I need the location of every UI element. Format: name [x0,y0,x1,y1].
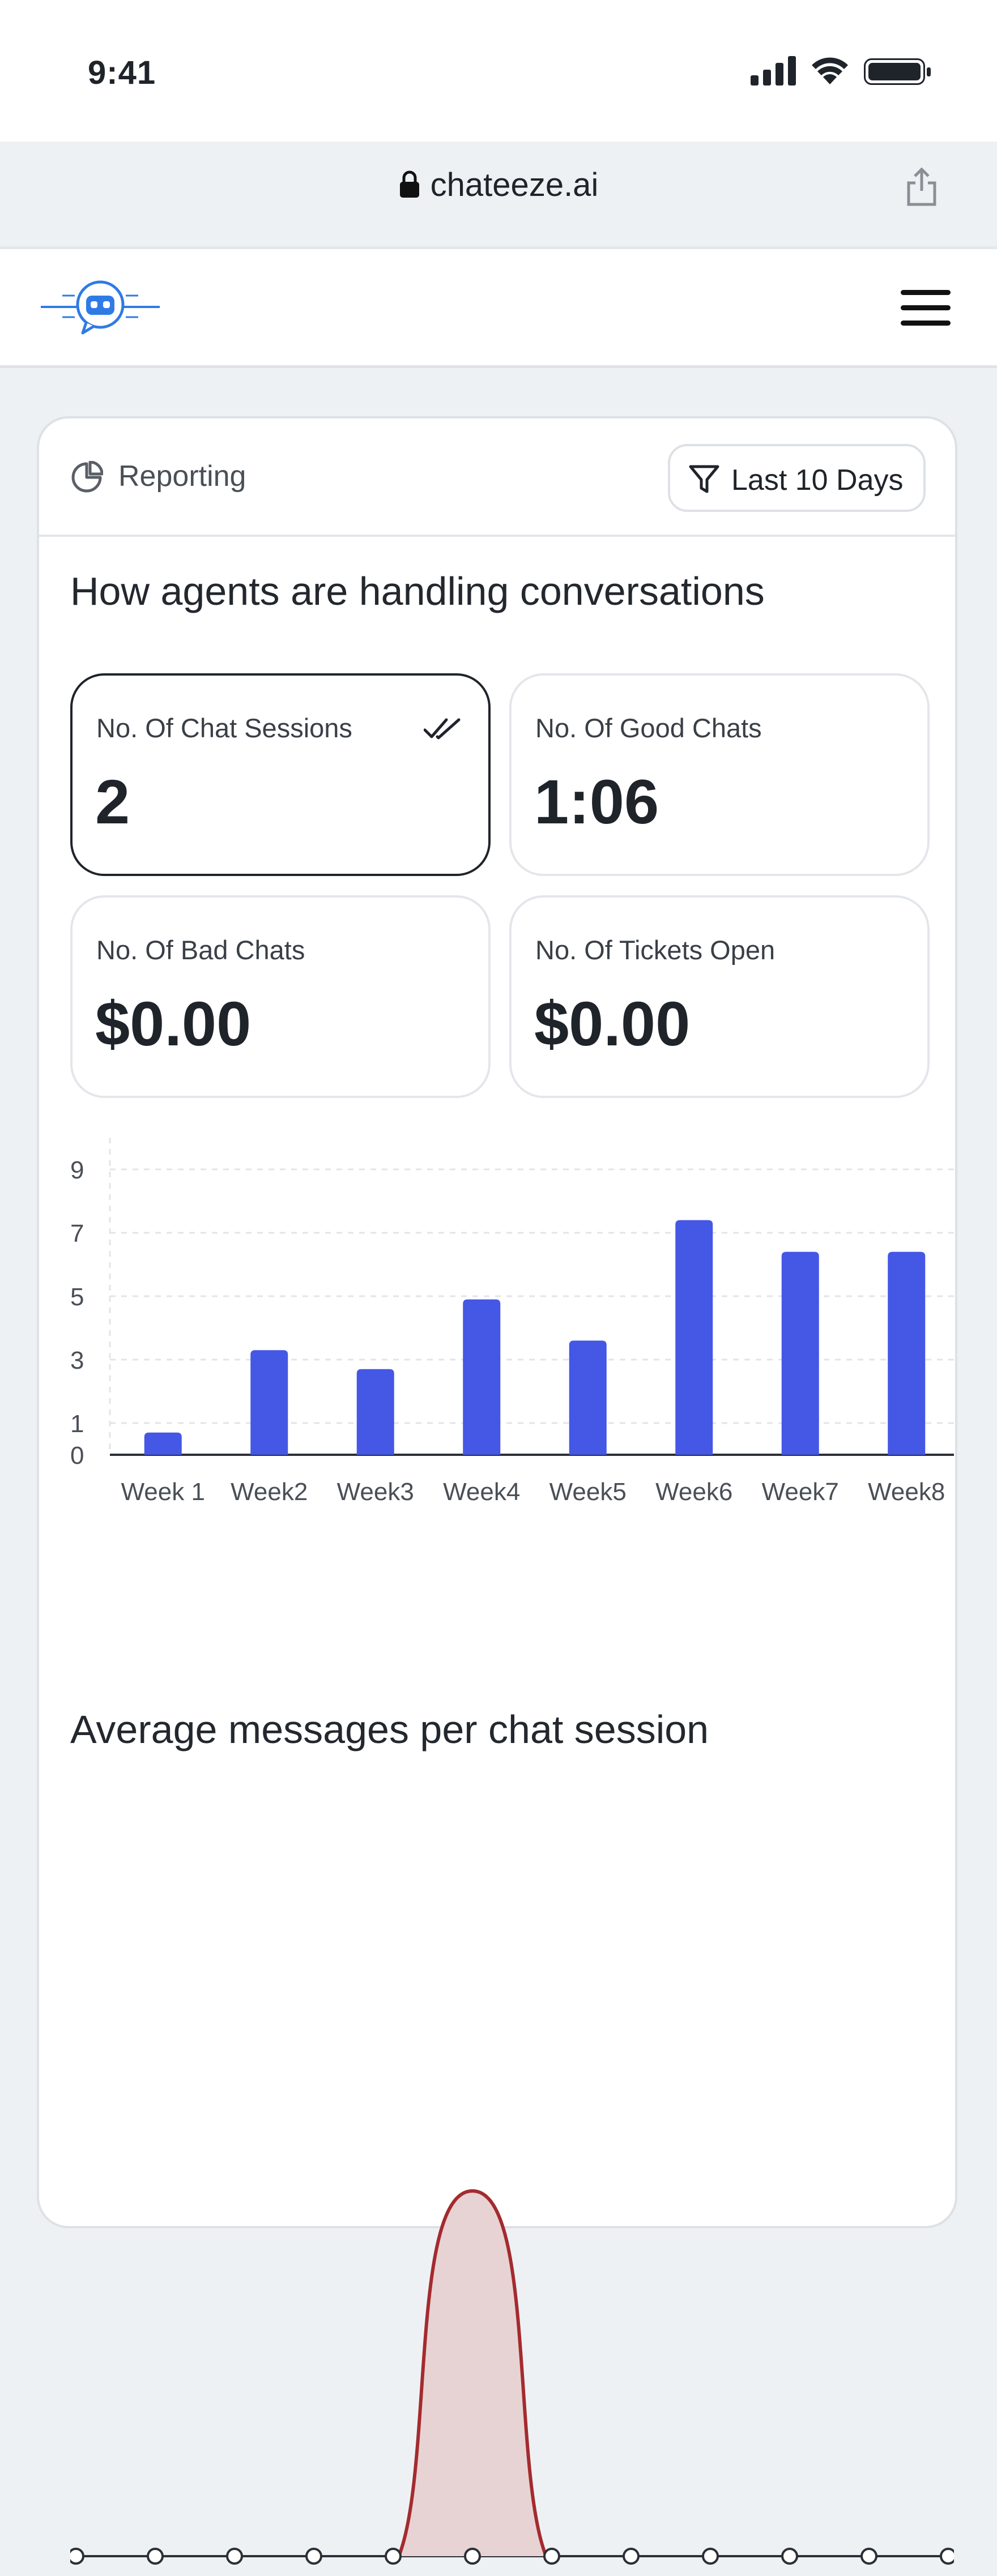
metric-bad-chats[interactable]: No. Of Bad Chats $0.00 [70,895,491,1098]
data-point [860,2548,877,2565]
x-tick-label: Week5 [549,1478,627,1506]
y-tick-label: 3 [70,1347,84,1374]
data-point [385,2548,402,2565]
metric-label: No. Of Tickets Open [535,935,776,965]
metric-value: $0.00 [95,989,252,1059]
x-tick-label: Week2 [231,1478,308,1506]
metric-label: No. Of Chat Sessions [96,713,352,743]
filter-label: Last 10 Days [731,464,904,497]
metric-tickets-open[interactable]: No. Of Tickets Open $0.00 [509,895,930,1098]
card-header: Reporting Last 10 Days [39,418,955,537]
x-tick-label: Week6 [655,1478,732,1506]
data-point [623,2548,640,2565]
url-container: chateeze.ai [23,166,974,204]
data-point [70,2548,84,2565]
filter-icon [689,465,719,493]
double-check-icon [424,718,461,740]
bar-6 [675,1220,713,1455]
metric-label: No. Of Bad Chats [96,935,305,965]
status-icons [751,56,931,86]
bar-1 [144,1432,182,1455]
data-point [702,2548,719,2565]
hamburger-menu-icon[interactable] [901,290,951,326]
area-chart [70,2189,954,2565]
reporting-card: Reporting Last 10 Days How agents are ha… [37,416,957,2565]
y-tick-label: 9 [70,1156,84,1184]
x-tick-label: Week3 [337,1478,414,1506]
pie-chart-icon [71,461,103,493]
signal-icon [751,56,796,86]
app-nav [0,249,997,368]
battery-icon [864,58,931,85]
metric-good-chats[interactable]: No. Of Good Chats 1:06 [509,673,930,876]
metric-label: No. Of Good Chats [535,713,762,743]
bar-5 [569,1340,607,1455]
bar-2 [250,1350,288,1455]
metric-chat-sessions[interactable]: No. Of Chat Sessions 2 [70,673,491,876]
bar-chart: 0 1 3 5 7 9 Week 1 Week2 Week3 Week4 Week5 Week6 Wee… [70,1138,954,1506]
metric-value: 1:06 [534,767,659,837]
metric-value: 2 [95,767,130,837]
address-bar[interactable]: chateeze.ai [23,144,974,227]
data-point [226,2548,243,2565]
area-fill [399,2191,546,2556]
status-bar: 9:41 [0,0,997,142]
x-tick-label: Week 1 [121,1478,205,1506]
bar-3 [356,1369,394,1455]
x-tick-label: Week8 [868,1478,945,1506]
bar-7 [781,1251,819,1455]
data-point [543,2548,560,2565]
share-icon[interactable] [904,167,939,207]
metric-value: $0.00 [534,989,691,1059]
date-filter-button[interactable]: Last 10 Days [668,444,926,512]
chat-bot-logo[interactable] [41,279,160,335]
bar-4 [463,1299,501,1455]
reporting-title: Reporting [118,460,246,493]
data-point [940,2548,954,2565]
wifi-icon [812,57,848,84]
x-tick-label: Week7 [762,1478,839,1506]
y-tick-label: 5 [70,1283,84,1311]
url-text: chateeze.ai [430,166,599,203]
x-tick-label: Week4 [443,1478,520,1506]
section-title: How agents are handling conversations [70,569,765,613]
lock-icon [399,170,419,198]
y-tick-label: 0 [70,1442,84,1469]
data-point [305,2548,322,2565]
y-tick-label: 1 [70,1410,84,1438]
data-point [147,2548,164,2565]
bar-8 [888,1251,926,1455]
data-point [781,2548,798,2565]
data-point [464,2548,481,2565]
y-tick-label: 7 [70,1220,84,1248]
status-time: 9:41 [88,54,156,91]
